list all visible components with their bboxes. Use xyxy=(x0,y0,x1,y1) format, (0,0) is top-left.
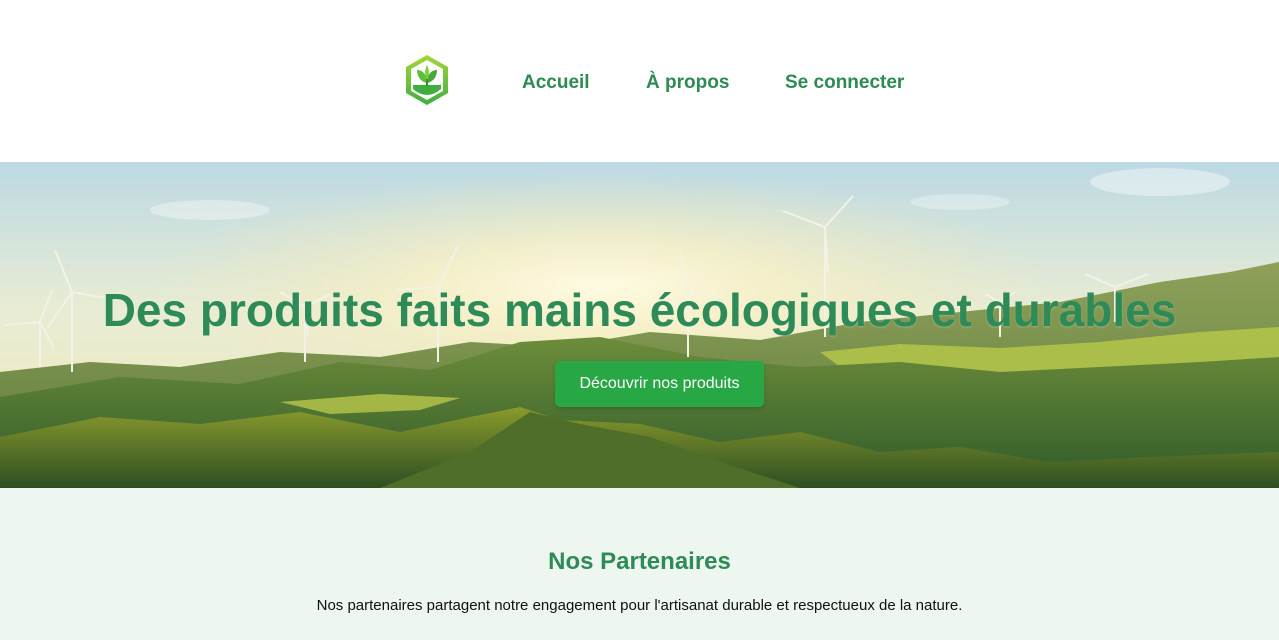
hero-title: Des produits faits mains écologiques et … xyxy=(102,284,1177,336)
site-header: Accueil À propos Se connecter xyxy=(0,0,1279,162)
partners-title: Nos Partenaires xyxy=(548,548,731,575)
nav-accueil-link[interactable]: Accueil xyxy=(522,72,590,94)
nav-se-connecter-link[interactable]: Se connecter xyxy=(785,72,904,94)
partners-section: Nos Partenaires Nos partenaires partagen… xyxy=(0,488,1279,640)
discover-products-button[interactable]: Découvrir nos produits xyxy=(555,361,764,407)
leaf-logo-icon[interactable] xyxy=(403,53,451,107)
hero-banner: Des produits faits mains écologiques et … xyxy=(0,162,1279,488)
partners-description: Nos partenaires partagent notre engageme… xyxy=(316,597,963,614)
nav-a-propos-link[interactable]: À propos xyxy=(646,72,729,94)
